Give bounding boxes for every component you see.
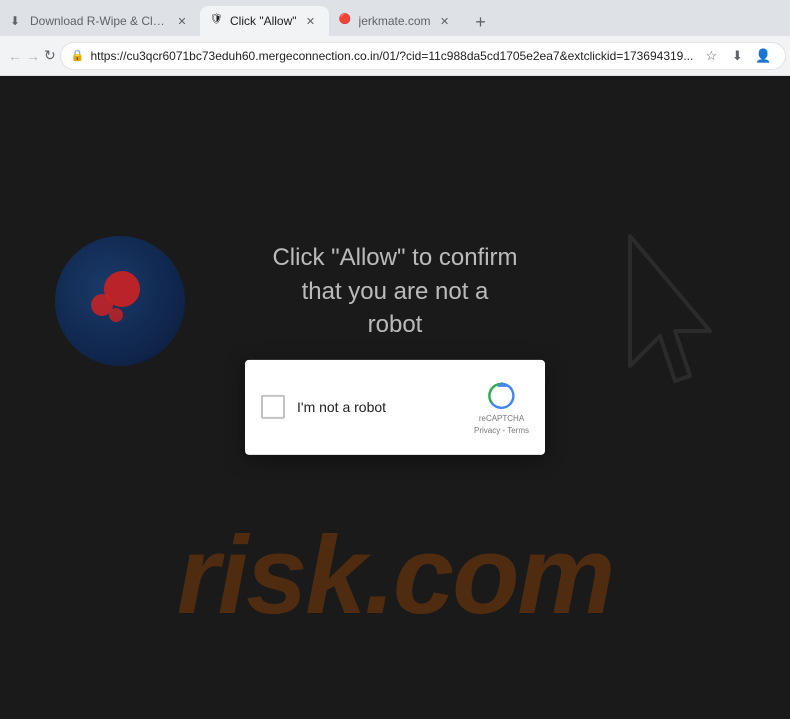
- chrome-browser-window: ⬇ Download R-Wipe & Clean 20... ✕ 🛡 Clic…: [0, 0, 790, 719]
- reload-button[interactable]: ↻: [44, 42, 56, 70]
- download-icon[interactable]: ⬇: [725, 44, 749, 68]
- tab-click-allow[interactable]: 🛡 Click "Allow" ✕: [200, 6, 329, 36]
- tab3-favicon: 🔴: [339, 14, 353, 28]
- tab2-title: Click "Allow": [230, 14, 297, 28]
- recaptcha-branding: reCAPTCHA Privacy - Terms: [474, 379, 529, 434]
- tab2-favicon: 🛡: [210, 14, 224, 28]
- captcha-dialog: I'm not a robot: [245, 359, 545, 454]
- message-line2: that you are not a: [272, 275, 517, 309]
- site-logo: [55, 236, 185, 366]
- risk-watermark: risk.com: [177, 512, 613, 639]
- tab2-close-button[interactable]: ✕: [303, 13, 319, 29]
- tab3-close-button[interactable]: ✕: [437, 13, 453, 29]
- tab3-title: jerkmate.com: [359, 14, 431, 28]
- recaptcha-privacy-link[interactable]: Privacy: [474, 426, 500, 435]
- page-message: Click "Allow" to confirm that you are no…: [272, 241, 517, 342]
- tab1-title: Download R-Wipe & Clean 20...: [30, 14, 168, 28]
- page-content: Click "Allow" to confirm that you are no…: [0, 76, 790, 719]
- recaptcha-terms-link[interactable]: Terms: [507, 426, 529, 435]
- logo-svg: [80, 261, 160, 341]
- toolbar: ← → ↻ 🔒 https://cu3qcr6071bc73eduh60.mer…: [0, 36, 790, 76]
- recaptcha-links[interactable]: Privacy - Terms: [474, 426, 529, 435]
- message-line3: robot: [272, 308, 517, 342]
- recaptcha-logo-svg: [486, 379, 518, 411]
- forward-button[interactable]: →: [26, 42, 40, 70]
- lock-icon: 🔒: [71, 49, 85, 62]
- arrow-graphic: [610, 226, 730, 431]
- address-bar[interactable]: 🔒 https://cu3qcr6071bc73eduh60.mergeconn…: [60, 42, 787, 70]
- tab-download[interactable]: ⬇ Download R-Wipe & Clean 20... ✕: [0, 6, 200, 36]
- background-overlay: Click "Allow" to confirm that you are no…: [0, 76, 790, 719]
- tab1-favicon: ⬇: [10, 14, 24, 28]
- tab1-close-button[interactable]: ✕: [174, 13, 190, 29]
- tab-jerkmate[interactable]: 🔴 jerkmate.com ✕: [329, 6, 463, 36]
- message-line1: Click "Allow" to confirm: [272, 241, 517, 275]
- captcha-label: I'm not a robot: [297, 399, 462, 415]
- back-button[interactable]: ←: [8, 42, 22, 70]
- address-bar-icons: ☆ ⬇ 👤: [699, 44, 775, 68]
- captcha-checkbox[interactable]: [261, 395, 285, 419]
- account-icon[interactable]: 👤: [751, 44, 775, 68]
- url-text: https://cu3qcr6071bc73eduh60.mergeconnec…: [90, 49, 693, 63]
- new-tab-button[interactable]: +: [467, 8, 495, 36]
- bookmark-icon[interactable]: ☆: [699, 44, 723, 68]
- recaptcha-brand-text: reCAPTCHA: [479, 413, 524, 423]
- tab-bar: ⬇ Download R-Wipe & Clean 20... ✕ 🛡 Clic…: [0, 0, 790, 36]
